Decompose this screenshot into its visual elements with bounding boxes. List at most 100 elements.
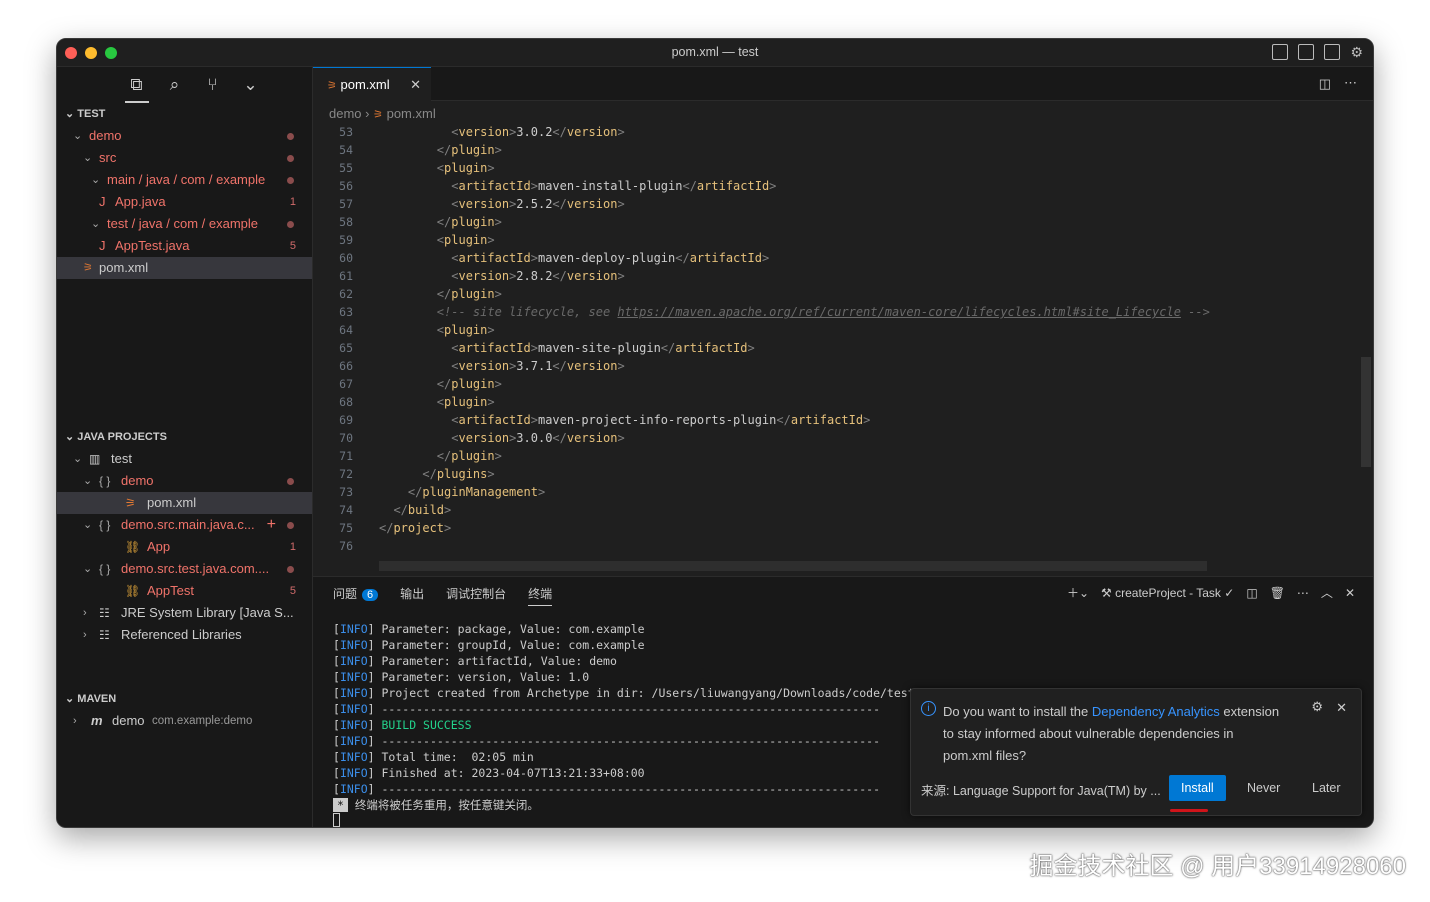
editor: ⚞ pom.xml ✕ ◫ ⋯ demo › ⚞ pom.xml 53 <vers… <box>313 67 1373 576</box>
section-test[interactable]: ⌄ TEST <box>57 103 312 125</box>
gear-icon[interactable]: ⚙ <box>1350 44 1363 61</box>
section-java-projects[interactable]: ⌄ JAVA PROJECTS <box>57 426 312 448</box>
split-terminal-icon[interactable]: ◫ <box>1246 586 1257 600</box>
line-number: 72 <box>339 467 353 481</box>
line-number: 59 <box>339 233 353 247</box>
section-maven[interactable]: ⌄ MAVEN <box>57 688 312 710</box>
install-underline <box>1170 809 1208 812</box>
notification-message: Do you want to install the Dependency An… <box>943 704 1280 763</box>
line-number: 53 <box>339 125 353 139</box>
code-line: <version>2.5.2</version> <box>451 197 625 211</box>
explorer-icon[interactable]: ⧉ <box>124 75 149 103</box>
plus-icon[interactable]: + <box>267 514 276 536</box>
later-button[interactable]: Later <box>1300 775 1353 801</box>
line-number: 57 <box>339 197 353 211</box>
tab-terminal[interactable]: 终端 <box>528 585 553 606</box>
new-terminal-icon[interactable]: ＋⌄ <box>1067 584 1089 601</box>
line-number: 58 <box>339 215 353 229</box>
toggle-panel-icon[interactable] <box>1298 44 1315 60</box>
tab-label: pom.xml <box>340 77 390 92</box>
java-project-item[interactable]: ⛓ AppTest 5 <box>57 580 312 602</box>
breadcrumb-pom[interactable]: pom.xml <box>387 106 436 121</box>
horizontal-scrollbar[interactable] <box>379 561 1207 571</box>
trash-icon[interactable]: 🗑 <box>1270 586 1285 600</box>
line-number: 73 <box>339 485 353 499</box>
split-editor-icon[interactable]: ◫ <box>1319 76 1331 92</box>
close-panel-icon[interactable]: ✕ <box>1345 586 1355 600</box>
explorer-item[interactable]: ⚞ pom.xml <box>57 257 312 279</box>
line-number: 70 <box>339 431 353 445</box>
item-label: pom.xml <box>147 495 197 510</box>
java-project-item[interactable]: › ☷ JRE System Library [Java S... <box>57 602 312 624</box>
explorer-item[interactable]: ⌄ test / java / com / example <box>57 213 312 235</box>
install-button[interactable]: Install <box>1169 775 1226 801</box>
notification-close-icon[interactable]: ✕ <box>1336 700 1347 716</box>
explorer-item[interactable]: ⌄ src <box>57 147 312 169</box>
java-project-item[interactable]: ⌄ ▥ test <box>57 448 312 470</box>
terminal-task-selector[interactable]: ⚒ createProject - Task ✓ <box>1101 586 1234 600</box>
chevron-down-icon[interactable]: ⌄ <box>239 75 263 95</box>
breadcrumb-demo[interactable]: demo <box>329 106 362 121</box>
search-icon[interactable]: ⌕ <box>163 75 187 95</box>
code-line: <version>3.0.0</version> <box>451 431 625 445</box>
modified-dot <box>287 155 294 162</box>
chevron-icon: › <box>83 629 87 641</box>
vertical-scrollbar[interactable] <box>1361 357 1371 467</box>
tab-output[interactable]: 输出 <box>400 585 424 606</box>
modified-dot <box>287 566 294 573</box>
code-line: <plugin> <box>436 161 495 175</box>
explorer-item[interactable]: J AppTest.java 5 <box>57 235 312 257</box>
line-number: 61 <box>339 269 353 283</box>
java-project-item[interactable]: ⌄ { } demo.src.test.java.com.... <box>57 558 312 580</box>
chevron-icon: ⌄ <box>73 453 83 465</box>
dependency-analytics-link[interactable]: Dependency Analytics <box>1092 704 1220 719</box>
toggle-secondary-sidebar-icon[interactable] <box>1324 44 1341 60</box>
terminal-output[interactable]: [INFO] Parameter: package, Value: com.ex… <box>333 621 915 827</box>
notification-gear-icon[interactable]: ⚙ <box>1311 699 1323 715</box>
more-actions-icon[interactable]: ⋯ <box>1344 75 1357 91</box>
xml-file-icon: ⚞ <box>125 496 136 510</box>
code-line: <artifactId>maven-site-plugin</artifactI… <box>451 341 755 355</box>
package-icon: { } <box>99 474 111 488</box>
terminal-line: [INFO] ---------------------------------… <box>333 702 880 716</box>
code-line: <artifactId>maven-deploy-plugin</artifac… <box>451 251 770 265</box>
modified-dot <box>287 177 294 184</box>
explorer-item[interactable]: ⌄ main / java / com / example <box>57 169 312 191</box>
item-label: pom.xml <box>99 260 149 275</box>
more-icon[interactable]: ⋯ <box>1297 586 1309 600</box>
line-number: 75 <box>339 521 353 535</box>
item-label: AppTest.java <box>115 238 190 253</box>
explorer-item[interactable]: ⌄ demo <box>57 125 312 147</box>
code-line: </plugin> <box>436 287 502 301</box>
tab-debug-console[interactable]: 调试控制台 <box>446 585 506 606</box>
tab-pom-xml[interactable]: ⚞ pom.xml ✕ <box>313 67 431 101</box>
terminal-line: [INFO] Parameter: version, Value: 1.0 <box>333 670 590 684</box>
line-number: 74 <box>339 503 353 517</box>
tab-problems[interactable]: 问题 6 <box>333 585 379 606</box>
code-line: <version>3.7.1</version> <box>451 359 625 373</box>
toggle-sidebar-icon[interactable] <box>1272 44 1289 60</box>
java-project-item[interactable]: › ☷ Referenced Libraries <box>57 624 312 646</box>
java-project-item[interactable]: ⌄ { } demo.src.main.java.c... + <box>57 514 312 536</box>
item-label: demo <box>89 128 122 143</box>
line-number: 64 <box>339 323 353 337</box>
package-icon: { } <box>99 562 111 576</box>
java-project-item[interactable]: ⌄ { } demo <box>57 470 312 492</box>
maven-icon: m <box>91 713 103 728</box>
chevron-right-icon: › <box>73 715 77 727</box>
java-project-item[interactable]: ⛓ App 1 <box>57 536 312 558</box>
item-label: App.java <box>115 194 166 209</box>
close-tab-icon[interactable]: ✕ <box>410 77 421 93</box>
modified-dot <box>287 133 294 140</box>
xml-file-icon: ⚞ <box>373 109 383 121</box>
never-button[interactable]: Never <box>1235 775 1292 801</box>
line-number: 62 <box>339 287 353 301</box>
explorer-item[interactable]: J App.java 1 <box>57 191 312 213</box>
java-project-item[interactable]: ⚞ pom.xml <box>57 492 312 514</box>
maven-project-item[interactable]: › m demo com.example:demo <box>57 710 312 732</box>
item-label: src <box>99 150 117 165</box>
maximize-panel-icon[interactable]: ︿ <box>1321 584 1333 601</box>
source-control-icon[interactable]: ⑂ <box>201 75 225 95</box>
project-icon: ▥ <box>89 452 101 466</box>
line-number: 54 <box>339 143 353 157</box>
